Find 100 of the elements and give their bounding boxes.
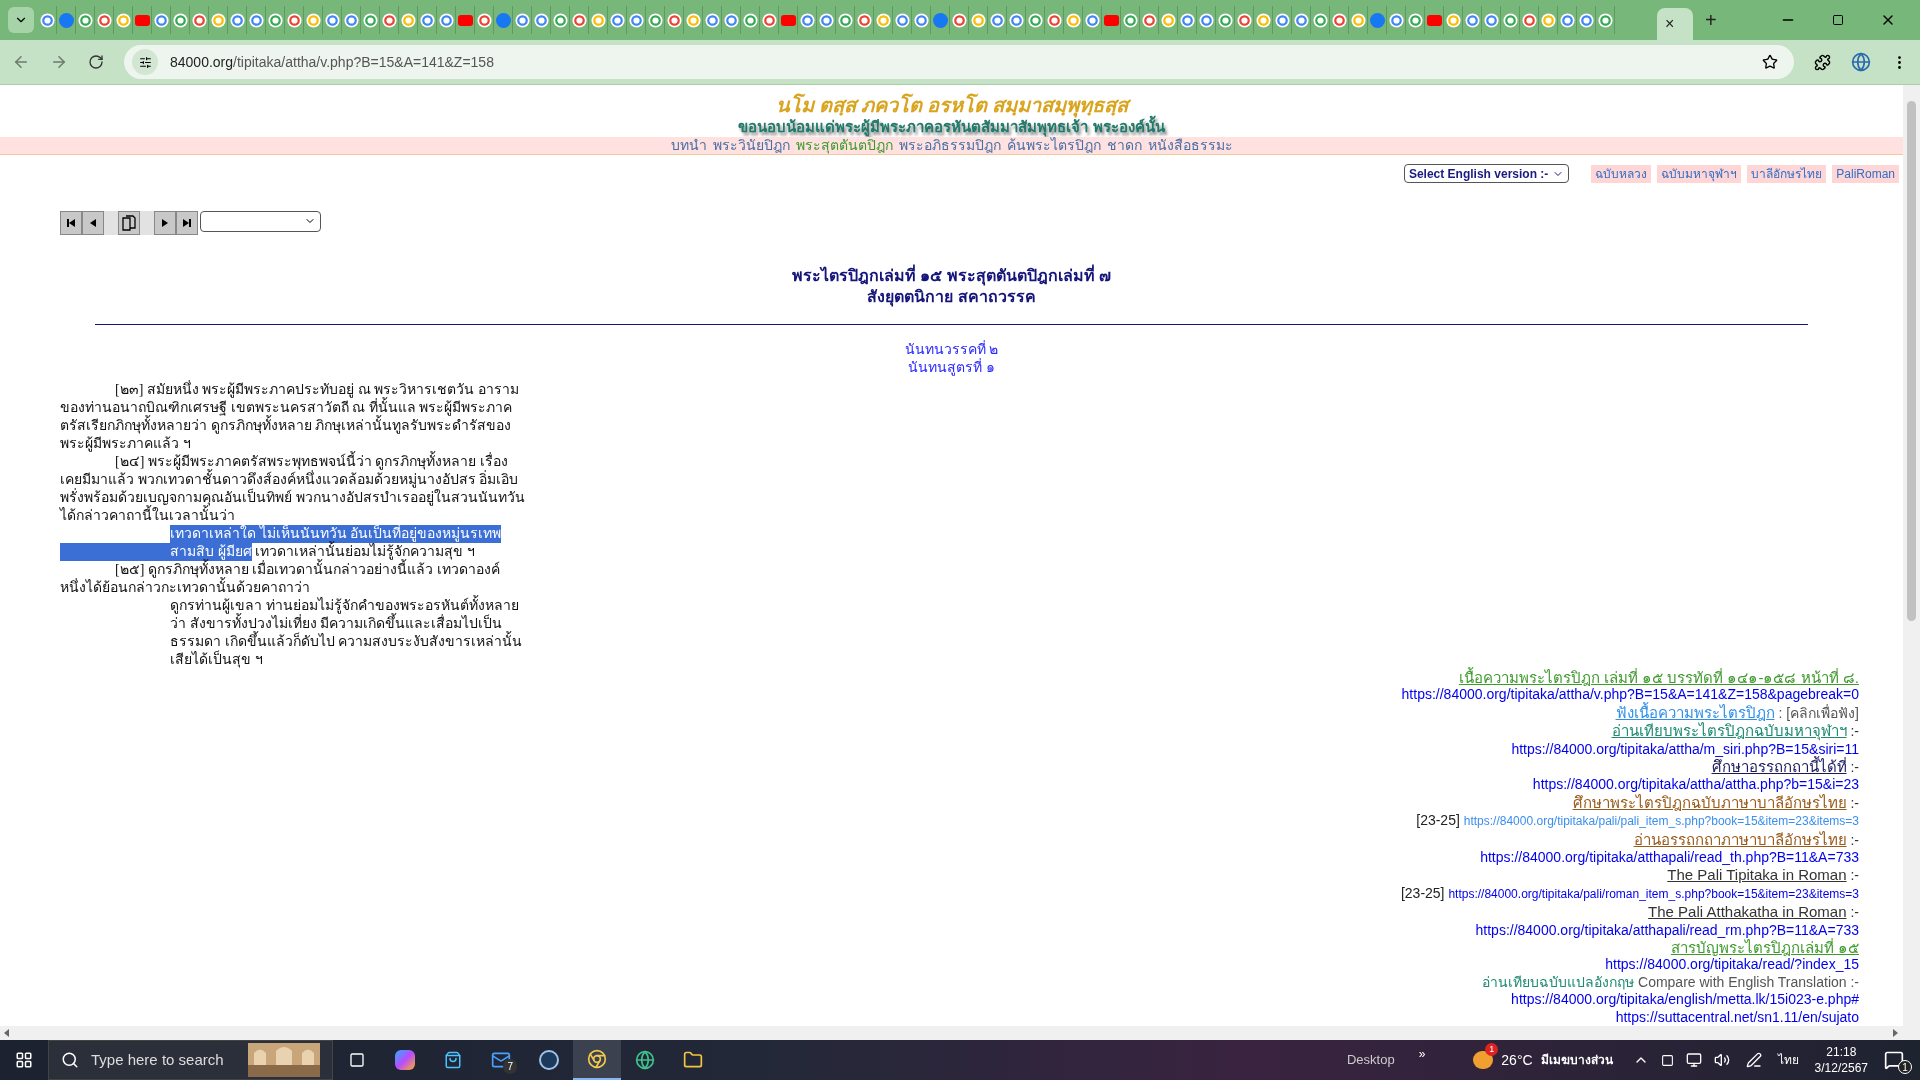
browser-tab[interactable] [1406,6,1425,34]
browser-tab[interactable] [494,6,513,34]
browser-tab[interactable] [1178,6,1197,34]
browser-tab[interactable] [266,6,285,34]
profile-icon[interactable] [1851,52,1871,72]
browser-tab[interactable] [76,6,95,34]
last-page-button[interactable] [176,211,198,235]
browser-tab[interactable] [1292,6,1311,34]
browser-tab[interactable] [1482,6,1501,34]
browser-tab[interactable] [1121,6,1140,34]
browser-tab[interactable] [665,6,684,34]
version-link[interactable]: บาลีอักษรไทย [1747,164,1827,183]
browser-tab[interactable] [95,6,114,34]
browser-tab[interactable] [1444,6,1463,34]
browser-tab[interactable] [532,6,551,34]
browser-tab[interactable] [1368,6,1387,34]
browser-tab[interactable] [950,6,969,34]
browser-tab[interactable] [114,6,133,34]
pen-icon[interactable] [1745,1052,1762,1068]
scroll-right-icon[interactable] [1893,1029,1899,1037]
browser-tab[interactable] [209,6,228,34]
taskbar-search-field[interactable]: Type here to search [48,1040,333,1080]
url-link[interactable]: https://84000.org/tipitaka/attha/attha.php?b=15&i=23 [1532,776,1859,794]
browser-tab[interactable] [684,6,703,34]
nav-link[interactable]: หนังสือธรรมะ [1147,135,1233,156]
browser-tab[interactable] [589,6,608,34]
browser-tab[interactable] [304,6,323,34]
browser-tab[interactable] [380,6,399,34]
new-tab-button[interactable]: + [1697,10,1725,30]
forward-icon[interactable] [50,53,68,71]
version-link[interactable]: ฉบับหลวง [1591,164,1652,183]
reference-link[interactable]: อ่านอรรถกถาภาษาบาลีอักษรไทย [1633,830,1847,848]
tab-list-button[interactable] [8,7,34,33]
browser-tab[interactable] [1007,6,1026,34]
toolbar-more[interactable]: » [1418,1045,1426,1063]
browser-tab[interactable] [171,6,190,34]
network-icon[interactable] [1685,1052,1702,1068]
browser-tab[interactable] [1083,6,1102,34]
browser-tab[interactable] [475,6,494,34]
url-link[interactable]: https://84000.org/tipitaka/english/metta.lk/15i023-e.php# [1511,991,1859,1009]
nav-link[interactable]: พระอภิธรรมปิฎก [898,135,1001,156]
browser-tab[interactable] [1577,6,1596,34]
page-button[interactable] [118,211,140,235]
address-bar[interactable]: 84000.org/tipitaka/attha/v.php?B=15&A=141&Z=158 [124,45,1794,79]
browser-tab[interactable] [1102,6,1121,34]
browser-tab[interactable] [760,6,779,34]
browser-tab[interactable] [1235,6,1254,34]
browser-tab[interactable] [931,6,950,34]
browser-tab[interactable] [57,6,76,34]
browser-tab[interactable] [437,6,456,34]
browser-tab[interactable] [836,6,855,34]
mail-button[interactable]: 7 [477,1040,525,1080]
browser-tab[interactable] [1596,6,1615,34]
browser-tab[interactable] [228,6,247,34]
restore-icon[interactable] [1832,14,1844,26]
browser-tab[interactable] [817,6,836,34]
browser-tab[interactable] [1311,6,1330,34]
browser-tab[interactable] [893,6,912,34]
browser-tab[interactable] [342,6,361,34]
browser-tab[interactable] [627,6,646,34]
browser-tab[interactable] [988,6,1007,34]
browser-tab[interactable] [874,6,893,34]
browser-tab[interactable] [912,6,931,34]
browser-tab[interactable] [703,6,722,34]
site-info-button[interactable] [132,49,158,75]
browser-tab[interactable] [798,6,817,34]
browser-tab[interactable] [38,6,57,34]
browser-tab[interactable] [133,6,152,34]
bookmark-star-icon[interactable] [1762,54,1778,70]
reference-link[interactable]: อ่านเทียบพระไตรปิฎกฉบับมหาจุฬาฯ [1611,722,1847,740]
back-icon[interactable] [12,53,30,71]
reference-link[interactable]: The Pali Atthakatha in Roman [1648,903,1847,921]
browser-tab[interactable] [418,6,437,34]
url-link[interactable]: https://84000.org/tipitaka/attha/m_siri.php?B=15&siri=11 [1511,740,1859,758]
browser-tab[interactable] [1558,6,1577,34]
url-link[interactable]: https://84000.org/tipitaka/read/?index_15 [1605,956,1859,974]
browser-tab[interactable] [1330,6,1349,34]
language-indicator[interactable]: ไทย [1777,1051,1799,1069]
browser-tab[interactable] [1140,6,1159,34]
url-link[interactable]: https://suttacentral.net/sn1.11/en/sujato [1615,1008,1859,1026]
browser-tab[interactable] [152,6,171,34]
browser-tab[interactable] [1520,6,1539,34]
version-link[interactable]: PaliRoman [1832,164,1899,183]
browser-tab[interactable] [608,6,627,34]
browser-tab[interactable] [646,6,665,34]
browser-tab[interactable] [1045,6,1064,34]
browser-tab[interactable] [456,6,475,34]
reference-link[interactable]: เนื้อความพระไตรปิฎก เล่มที่ ๑๕ บรรทัดที่ ๑๔๑-๑๕๘ หน้าที่ ๘. [1458,668,1859,687]
close-tab-button[interactable]: × [1665,16,1675,32]
browser-tab[interactable] [1349,6,1368,34]
browser-tab[interactable] [1273,6,1292,34]
browser-tab[interactable] [361,6,380,34]
reference-link[interactable]: ศึกษาพระไตรปิฎกฉบับภาษาบาลีอักษรไทย [1572,793,1847,812]
browser-tab[interactable] [399,6,418,34]
browser-tab[interactable] [741,6,760,34]
nav-link[interactable]: ชาดก [1106,135,1142,156]
browser-tab[interactable] [247,6,266,34]
reference-link[interactable]: ฟังเนื้อความพระไตรปิฎก [1615,703,1775,722]
browser-tab[interactable] [190,6,209,34]
browser-tab[interactable] [1197,6,1216,34]
